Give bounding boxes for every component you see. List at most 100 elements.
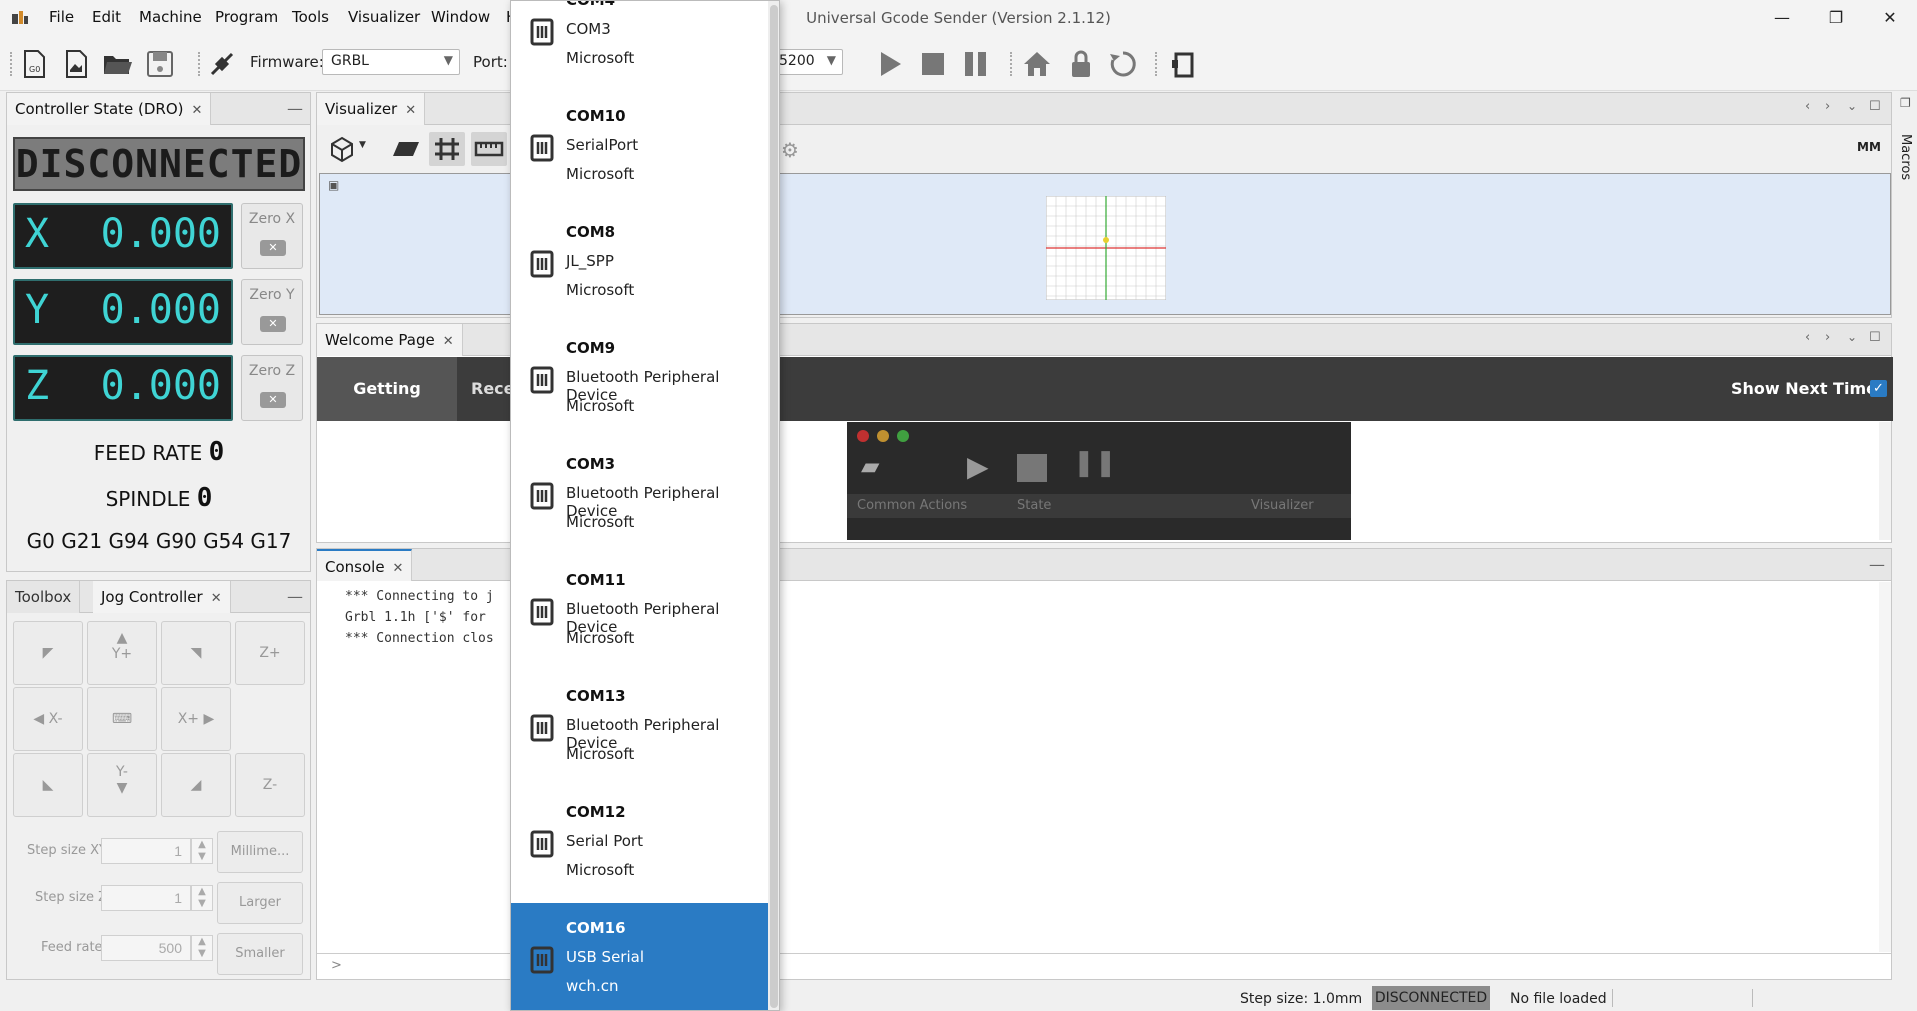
chevron-down-icon[interactable]: ⌄ (1847, 99, 1857, 113)
close-icon[interactable]: ✕ (192, 103, 203, 118)
step-xy-spinner[interactable]: ▲ ▼ (191, 838, 213, 864)
baud-select[interactable]: 5200 ▼ (771, 49, 843, 75)
pause-icon[interactable] (960, 48, 992, 80)
jog-x-plus-y-plus-button[interactable]: ◥ (161, 621, 231, 685)
port-option-com8[interactable]: COM8 JL_SPP Microsoft (511, 207, 768, 323)
restore-panel-icon[interactable]: ❐ (1900, 96, 1911, 110)
tab-controller-state[interactable]: Controller State (DRO) ✕ (7, 93, 212, 125)
jog-z-minus-button[interactable]: Z- (235, 753, 305, 817)
keyboard-jog-button[interactable]: ⌨ (87, 687, 157, 751)
scroll-right-icon[interactable]: › (1825, 99, 1830, 114)
scroll-right-icon[interactable]: › (1825, 330, 1830, 345)
scroll-left-icon[interactable]: ‹ (1805, 330, 1810, 345)
port-option-com9[interactable]: COM9 Bluetooth Peripheral Device Microso… (511, 323, 768, 439)
new-gcode-icon[interactable]: G0 (18, 48, 50, 80)
console-scrollbar[interactable] (1879, 582, 1891, 952)
preview-visualizer: Visualizer (1251, 498, 1314, 513)
jog-y-plus-button[interactable]: ▲ Y+ (87, 621, 157, 685)
zero-y-button[interactable]: Zero Y ✕ (241, 279, 303, 345)
save-icon[interactable] (144, 48, 176, 80)
minimize-panel-icon[interactable]: — (287, 99, 303, 118)
close-icon[interactable]: ✕ (393, 561, 404, 576)
stop-icon[interactable] (917, 48, 949, 80)
arrow-right-icon: ▶ (199, 711, 215, 727)
tab-label: Console (325, 558, 385, 576)
larger-button[interactable]: Larger (217, 882, 303, 924)
port-description: JL_SPP (566, 252, 614, 270)
welcome-scrollbar[interactable] (1879, 422, 1891, 540)
lock-icon[interactable] (1065, 48, 1097, 80)
scroll-left-icon[interactable]: ‹ (1805, 99, 1810, 114)
top-view-icon[interactable] (391, 136, 421, 162)
chevron-down-icon[interactable]: ⌄ (1847, 330, 1857, 344)
tab-console[interactable]: Console ✕ (317, 549, 413, 581)
toggle-ruler-button[interactable] (471, 132, 507, 166)
maximize-icon[interactable]: ☐ (1869, 330, 1881, 345)
open-folder-icon[interactable] (101, 48, 133, 80)
view-cube-icon[interactable] (327, 134, 357, 164)
firmware-select[interactable]: GRBL ▼ (322, 49, 460, 75)
toggle-grid-button[interactable] (429, 132, 465, 166)
tab-visualizer[interactable]: Visualizer ✕ (317, 93, 426, 125)
macros-tab-label[interactable]: Macros (1898, 134, 1913, 180)
close-icon[interactable]: ✕ (443, 334, 454, 349)
minimize-button[interactable]: — (1759, 4, 1805, 32)
zero-x-button[interactable]: Zero X ✕ (241, 203, 303, 269)
port-name: COM12 (566, 803, 626, 821)
chevron-down-icon[interactable]: ▼ (359, 140, 366, 150)
minimize-panel-icon[interactable]: — (287, 587, 303, 606)
feed-rate-spinner[interactable]: ▲ ▼ (191, 935, 213, 961)
port-dropdown-list[interactable]: COM4 COM3 Microsoft COM10 SerialPort Mic… (510, 0, 780, 1011)
jog-x-minus-button[interactable]: ◀ X- (13, 687, 83, 751)
dropdown-scroll-thumb[interactable] (770, 5, 778, 1008)
home-icon[interactable] (1021, 48, 1053, 80)
title-bar: File Edit Machine Program Tools Visualiz… (0, 0, 1917, 36)
minimize-panel-icon[interactable]: — (1869, 555, 1885, 574)
step-xy-label: Step size XY (27, 843, 107, 858)
step-z-input[interactable] (101, 885, 191, 911)
close-button[interactable]: ✕ (1867, 4, 1913, 32)
port-option-com11[interactable]: COM11 Bluetooth Peripheral Device Micros… (511, 555, 768, 671)
close-icon[interactable]: ✕ (211, 591, 222, 606)
tab-jog-controller[interactable]: Jog Controller ✕ (93, 581, 231, 613)
open-gcode-icon[interactable] (60, 48, 92, 80)
play-icon[interactable] (874, 48, 906, 80)
step-xy-input[interactable] (101, 838, 191, 864)
getting-started-tab[interactable]: Getting Started (317, 357, 457, 462)
restore-button[interactable]: ❐ (1813, 4, 1859, 32)
jog-x-minus-y-plus-button[interactable]: ◤ (13, 621, 83, 685)
tab-toolbox[interactable]: Toolbox (7, 581, 81, 613)
show-next-time-checkbox[interactable]: ✓ (1870, 380, 1887, 397)
units-button[interactable]: Millime... (217, 831, 303, 873)
feed-rate-input[interactable] (101, 935, 191, 961)
maximize-icon[interactable]: ☐ (1869, 99, 1881, 114)
macros-side-panel[interactable]: ❐ Macros (1896, 92, 1917, 212)
port-option-com4[interactable]: COM4 COM3 Microsoft (511, 1, 768, 91)
toolbar: G0 Firmware: GRBL ▼ Port: 5200 ▼ (0, 36, 1917, 91)
zero-z-button[interactable]: Zero Z ✕ (241, 355, 303, 421)
connect-icon[interactable] (206, 48, 238, 80)
jog-y-minus-button[interactable]: Y- ▼ (87, 753, 157, 817)
port-option-com3[interactable]: COM3 Bluetooth Peripheral Device Microso… (511, 439, 768, 555)
outline-icon[interactable] (1168, 48, 1200, 80)
preview-state: State (1017, 498, 1052, 513)
preview-folder-icon: ▰ (861, 452, 880, 480)
tab-welcome-page[interactable]: Welcome Page ✕ (317, 324, 463, 356)
port-option-com12[interactable]: COM12 Serial Port Microsoft (511, 787, 768, 903)
recent-files-tab[interactable]: Rece (471, 357, 515, 421)
jog-x-minus-y-minus-button[interactable]: ◣ (13, 753, 83, 817)
jog-z-plus-button[interactable]: Z+ (235, 621, 305, 685)
settings-gear-icon[interactable]: ⚙ (781, 138, 799, 162)
jog-x-plus-y-minus-button[interactable]: ◢ (161, 753, 231, 817)
smaller-button[interactable]: Smaller (217, 933, 303, 975)
close-icon[interactable]: ✕ (405, 103, 416, 118)
port-option-com13[interactable]: COM13 Bluetooth Peripheral Device Micros… (511, 671, 768, 787)
step-z-spinner[interactable]: ▲ ▼ (191, 885, 213, 911)
reset-icon[interactable] (1107, 48, 1139, 80)
work-grid (1046, 196, 1166, 300)
jog-x-plus-button[interactable]: X+ ▶ (161, 687, 231, 751)
backspace-icon: ✕ (260, 240, 286, 256)
port-option-com16[interactable]: COM16 USB Serial wch.cn (511, 903, 768, 1010)
port-name: COM9 (566, 339, 616, 357)
port-option-com10[interactable]: COM10 SerialPort Microsoft (511, 91, 768, 207)
